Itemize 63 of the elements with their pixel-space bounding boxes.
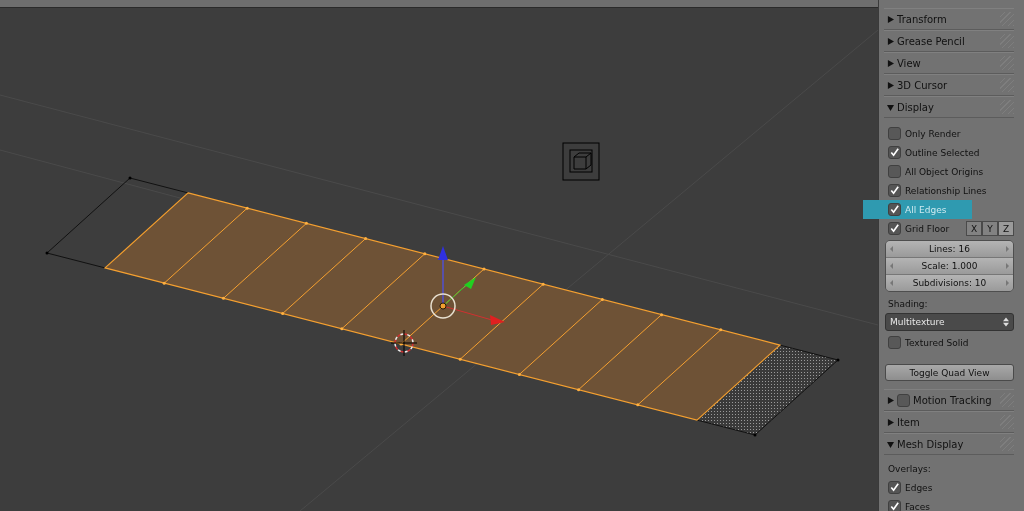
checkbox[interactable]: [888, 146, 901, 159]
checkbox[interactable]: [888, 336, 901, 349]
collapsed-triangle-icon[interactable]: [887, 81, 894, 89]
panel-title[interactable]: Mesh Display: [897, 438, 964, 450]
axis-toggle[interactable]: Y: [982, 221, 998, 236]
checkbox[interactable]: [888, 127, 901, 140]
panel-header[interactable]: Transform: [884, 8, 1014, 30]
panel-title[interactable]: 3D Cursor: [897, 79, 948, 91]
panel-title[interactable]: Item: [897, 416, 920, 428]
collapsed-triangle-icon[interactable]: [887, 15, 894, 23]
panel-header[interactable]: Item: [884, 411, 1014, 433]
panel-title[interactable]: Display: [897, 101, 934, 113]
checkbox[interactable]: [888, 500, 901, 511]
3d-cursor-icon: [390, 329, 418, 357]
section-label: Overlays:: [887, 463, 932, 476]
panel-header[interactable]: Grease Pencil: [884, 30, 1014, 52]
right-arrow-icon[interactable]: [1006, 246, 1009, 252]
axis-toggle[interactable]: X: [966, 221, 982, 236]
checkbox-label[interactable]: All Object Origins: [905, 166, 984, 177]
panel-header[interactable]: Motion Tracking: [884, 389, 1014, 411]
checkbox-label[interactable]: Only Render: [905, 128, 961, 139]
panel-header[interactable]: View: [884, 52, 1014, 74]
expanded-triangle-icon[interactable]: [887, 103, 894, 111]
checkbox[interactable]: [888, 165, 901, 178]
left-arrow-icon[interactable]: [890, 280, 893, 286]
checkbox-label[interactable]: Grid Floor: [905, 223, 950, 234]
checkbox-label[interactable]: Relationship Lines: [905, 185, 987, 196]
checkbox-label[interactable]: Faces: [905, 501, 931, 511]
panel-header[interactable]: Display: [884, 96, 1014, 118]
axis-toggle[interactable]: Z: [998, 221, 1014, 236]
panel-title[interactable]: Grease Pencil: [897, 35, 965, 47]
collapsed-triangle-icon[interactable]: [887, 37, 894, 45]
right-arrow-icon[interactable]: [1006, 263, 1009, 269]
checkbox-label[interactable]: Edges: [905, 482, 933, 493]
panel-header[interactable]: 3D Cursor: [884, 74, 1014, 96]
collapsed-triangle-icon[interactable]: [887, 418, 894, 426]
checkbox-label[interactable]: Textured Solid: [905, 337, 969, 348]
panel-title[interactable]: View: [897, 57, 921, 69]
checkbox-label[interactable]: Outline Selected: [905, 147, 980, 158]
checkbox[interactable]: [888, 203, 901, 216]
shading-dropdown[interactable]: Multitexture: [885, 313, 1014, 331]
checkbox[interactable]: [888, 481, 901, 494]
up-down-arrows-icon[interactable]: [1003, 317, 1009, 327]
checkbox-label[interactable]: All Edges: [905, 204, 947, 215]
right-arrow-icon[interactable]: [1006, 280, 1009, 286]
panel-header[interactable]: Mesh Display: [884, 433, 1014, 455]
checkbox[interactable]: [888, 184, 901, 197]
checkbox[interactable]: [897, 393, 910, 407]
collapsed-triangle-icon[interactable]: [887, 396, 894, 404]
transform-gizmo-icon: [430, 246, 505, 325]
number-field[interactable]: Lines: 16: [886, 241, 1013, 258]
left-arrow-icon[interactable]: [890, 263, 893, 269]
toggle-quad-view-button[interactable]: Toggle Quad View: [885, 364, 1014, 381]
panel-title[interactable]: Transform: [897, 13, 947, 25]
expanded-triangle-icon[interactable]: [887, 440, 894, 448]
left-arrow-icon[interactable]: [890, 246, 893, 252]
number-field[interactable]: Scale: 1.000: [886, 258, 1013, 275]
number-field[interactable]: Subdivisions: 10: [886, 275, 1013, 291]
section-label: Shading:: [887, 298, 929, 311]
checkbox[interactable]: [888, 222, 901, 235]
panel-title[interactable]: Motion Tracking: [913, 394, 992, 406]
highlighted-checkbox-row[interactable]: All Edges: [863, 200, 972, 219]
collapsed-triangle-icon[interactable]: [887, 59, 894, 67]
